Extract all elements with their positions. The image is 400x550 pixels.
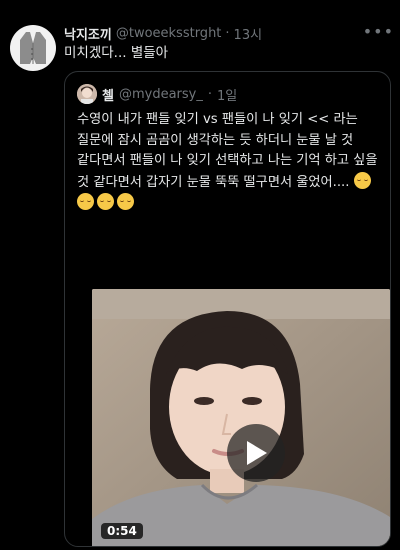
crying-face-icon — [353, 171, 371, 189]
tweet-time[interactable]: 13시 — [234, 24, 263, 43]
video-player[interactable]: 0:54 — [92, 289, 390, 546]
quoted-tweet-text-block: 수영이 내가 팬들 잊기 vs 팬들이 나 잊기 << 라는 질문에 잠시 곰곰… — [77, 110, 383, 215]
separator-dot: · — [207, 86, 212, 102]
play-button[interactable] — [227, 424, 285, 482]
quoted-author-handle[interactable]: @mydearsy_ — [119, 87, 203, 102]
tweet-header: 낙지조끼 @twoeeksstrght · 13시 — [64, 23, 390, 43]
quoted-tweet-header: 첼 @mydearsy_ · 1일 — [77, 84, 237, 104]
play-icon — [247, 441, 267, 465]
more-icon[interactable]: ••• — [363, 22, 394, 41]
quoted-tweet-time[interactable]: 1일 — [217, 85, 237, 104]
crying-face-icon — [117, 193, 134, 210]
author-handle[interactable]: @twoeeksstrght — [116, 26, 222, 41]
vest-icon — [20, 32, 46, 64]
video-thumbnail — [92, 289, 390, 546]
separator-dot: · — [225, 25, 230, 41]
video-duration: 0:54 — [101, 523, 143, 539]
crying-face-icon — [97, 193, 114, 210]
tweet-text: 미치겠다... 별들아 — [64, 45, 169, 61]
author-name[interactable]: 낙지조끼 — [64, 24, 112, 43]
crying-face-icon — [77, 193, 94, 210]
quoted-tweet[interactable]: 첼 @mydearsy_ · 1일 수영이 내가 팬들 잊기 vs 팬들이 나 … — [64, 71, 391, 547]
quoted-tweet-text: 수영이 내가 팬들 잊기 vs 팬들이 나 잊기 << 라는 질문에 잠시 곰곰… — [77, 112, 378, 190]
quoted-author-avatar[interactable] — [77, 84, 97, 104]
quoted-author-name[interactable]: 첼 — [102, 85, 114, 104]
author-avatar[interactable] — [10, 25, 56, 71]
